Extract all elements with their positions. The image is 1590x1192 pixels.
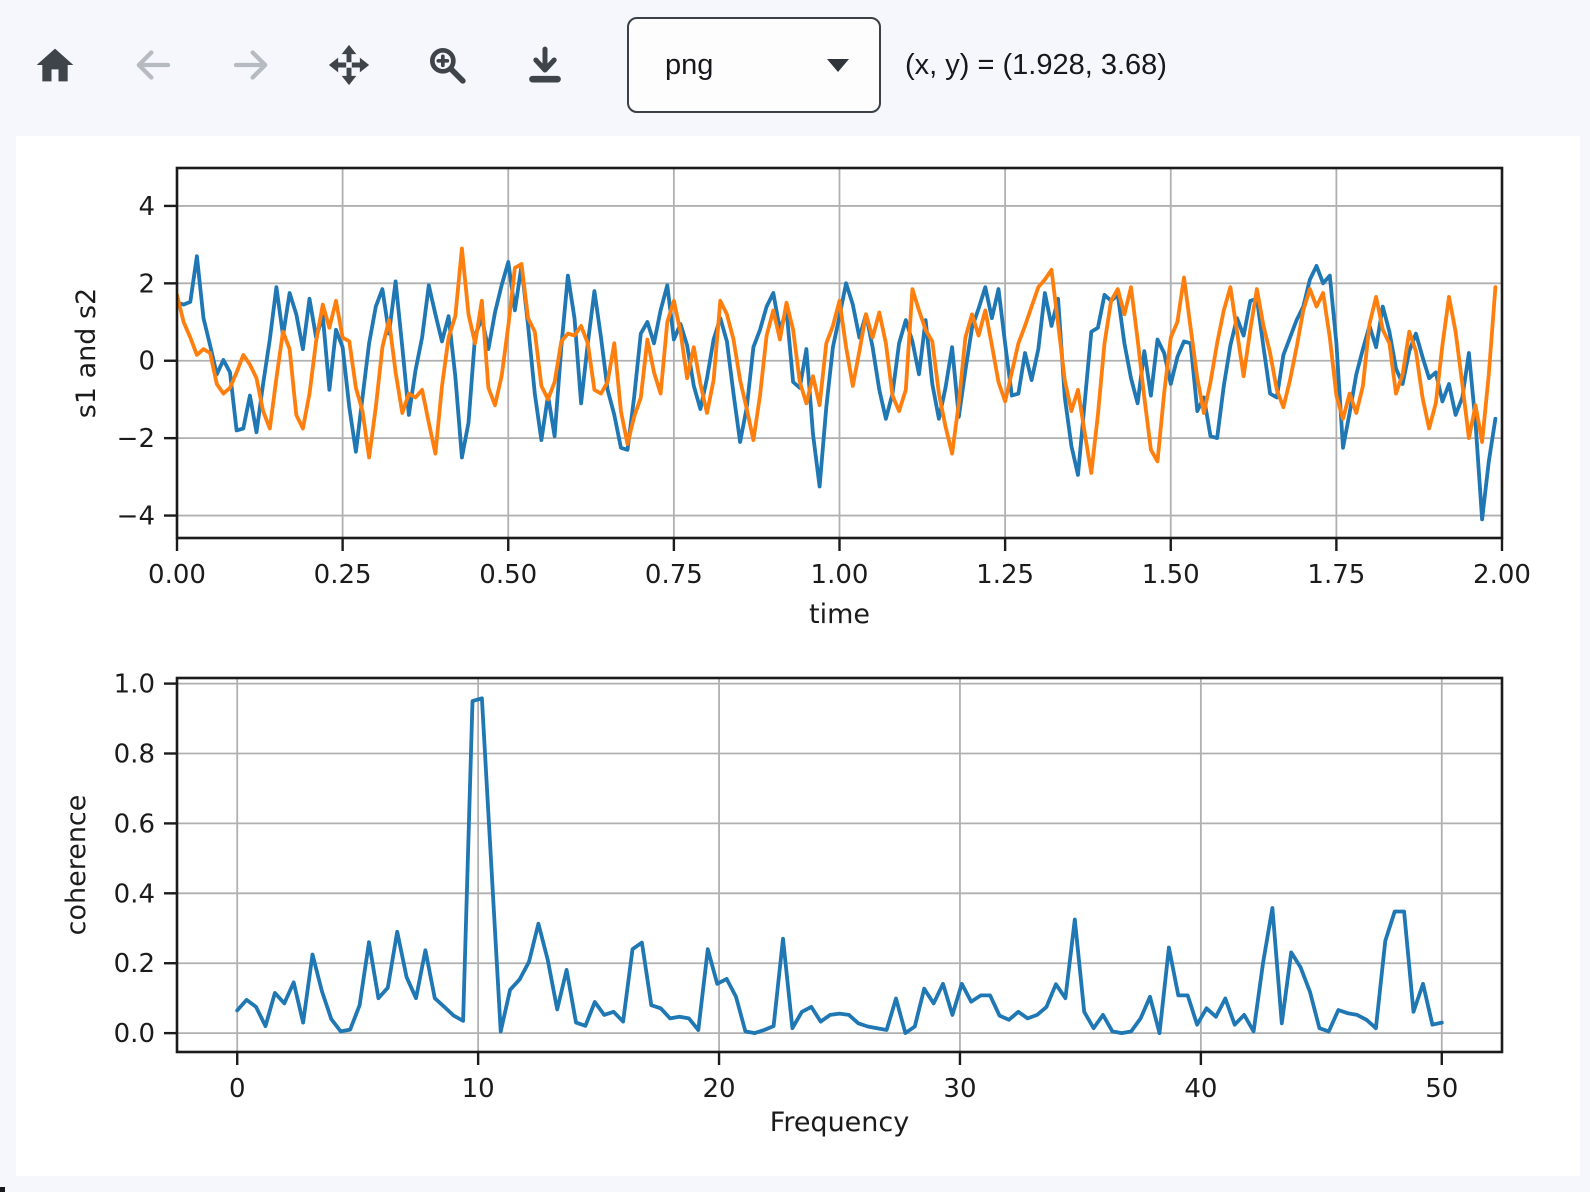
cursor-position-readout: (x, y) = (1.928, 3.68): [905, 49, 1167, 82]
zoom-in-magnifier-icon: [427, 45, 467, 85]
svg-text:0.4: 0.4: [114, 879, 155, 909]
svg-text:20: 20: [702, 1074, 735, 1104]
chevron-down-icon: [827, 59, 849, 72]
svg-text:0.00: 0.00: [148, 560, 206, 590]
svg-text:10: 10: [462, 1074, 495, 1104]
svg-text:40: 40: [1184, 1074, 1217, 1104]
format-select-value: png: [665, 49, 713, 82]
zoom-button[interactable]: [425, 43, 469, 87]
ticks: [164, 684, 1442, 1065]
tick-labels: 0 10 20 30 40 50 0.0 0.2 0.4 0.6 0.8 1.0: [114, 670, 1459, 1104]
svg-text:1.0: 1.0: [114, 670, 155, 700]
format-select[interactable]: png: [627, 17, 881, 113]
axes-1: 0.00 0.25 0.50 0.75 1.00 1.25 1.50 1.75 2.00 4 2 0 −…: [71, 168, 1531, 630]
ylabel: s1 and s2: [71, 288, 102, 418]
svg-text:−4: −4: [117, 502, 155, 532]
axes-2: 0 10 20 30 40 50 0.0 0.2 0.4 0.6 0.8 1.0 Frequency co…: [61, 670, 1502, 1138]
svg-text:0.50: 0.50: [479, 560, 537, 590]
svg-text:0.2: 0.2: [114, 949, 155, 979]
series-coherence: [237, 698, 1442, 1033]
download-icon: [525, 45, 565, 85]
forward-button[interactable]: [229, 43, 273, 87]
xlabel: time: [809, 599, 870, 630]
xlabel: Frequency: [770, 1107, 910, 1138]
svg-text:1.75: 1.75: [1307, 560, 1365, 590]
arrow-right-icon: [231, 45, 271, 85]
pan-arrows-icon: [328, 44, 370, 86]
svg-text:1.00: 1.00: [811, 560, 869, 590]
grid: [177, 168, 1502, 538]
svg-text:0.75: 0.75: [645, 560, 703, 590]
figure-canvas[interactable]: 0.000.250.500.751.001.251.501.752.00420−…: [16, 136, 1580, 1176]
svg-text:2: 2: [138, 269, 155, 299]
home-icon: [35, 45, 75, 85]
pan-button[interactable]: [327, 43, 371, 87]
corner-artifact-dot: [0, 1187, 5, 1192]
svg-text:1.25: 1.25: [976, 560, 1034, 590]
back-button[interactable]: [131, 43, 175, 87]
svg-text:50: 50: [1425, 1074, 1458, 1104]
svg-text:4: 4: [138, 192, 155, 222]
series-s1: [177, 256, 1495, 519]
svg-text:2.00: 2.00: [1473, 560, 1531, 590]
svg-text:−2: −2: [117, 424, 155, 454]
ylabel: coherence: [61, 795, 92, 936]
app-window: png (x, y) = (1.928, 3.68) 0.000.250.500…: [0, 0, 1590, 1192]
arrow-left-icon: [133, 45, 173, 85]
grid: [177, 678, 1502, 1052]
home-button[interactable]: [33, 43, 77, 87]
svg-text:30: 30: [943, 1074, 976, 1104]
figure-svg: 0.000.250.500.751.001.251.501.752.00420−…: [16, 136, 1580, 1176]
svg-text:0.25: 0.25: [314, 560, 372, 590]
svg-text:0: 0: [138, 347, 155, 377]
svg-text:0.0: 0.0: [114, 1019, 155, 1049]
svg-text:0.8: 0.8: [114, 739, 155, 769]
svg-text:1.50: 1.50: [1142, 560, 1200, 590]
download-button[interactable]: [523, 43, 567, 87]
svg-text:0: 0: [229, 1074, 246, 1104]
svg-text:0.6: 0.6: [114, 809, 155, 839]
spines: [177, 678, 1502, 1052]
matplotlib-toolbar: png (x, y) = (1.928, 3.68): [0, 0, 1590, 130]
